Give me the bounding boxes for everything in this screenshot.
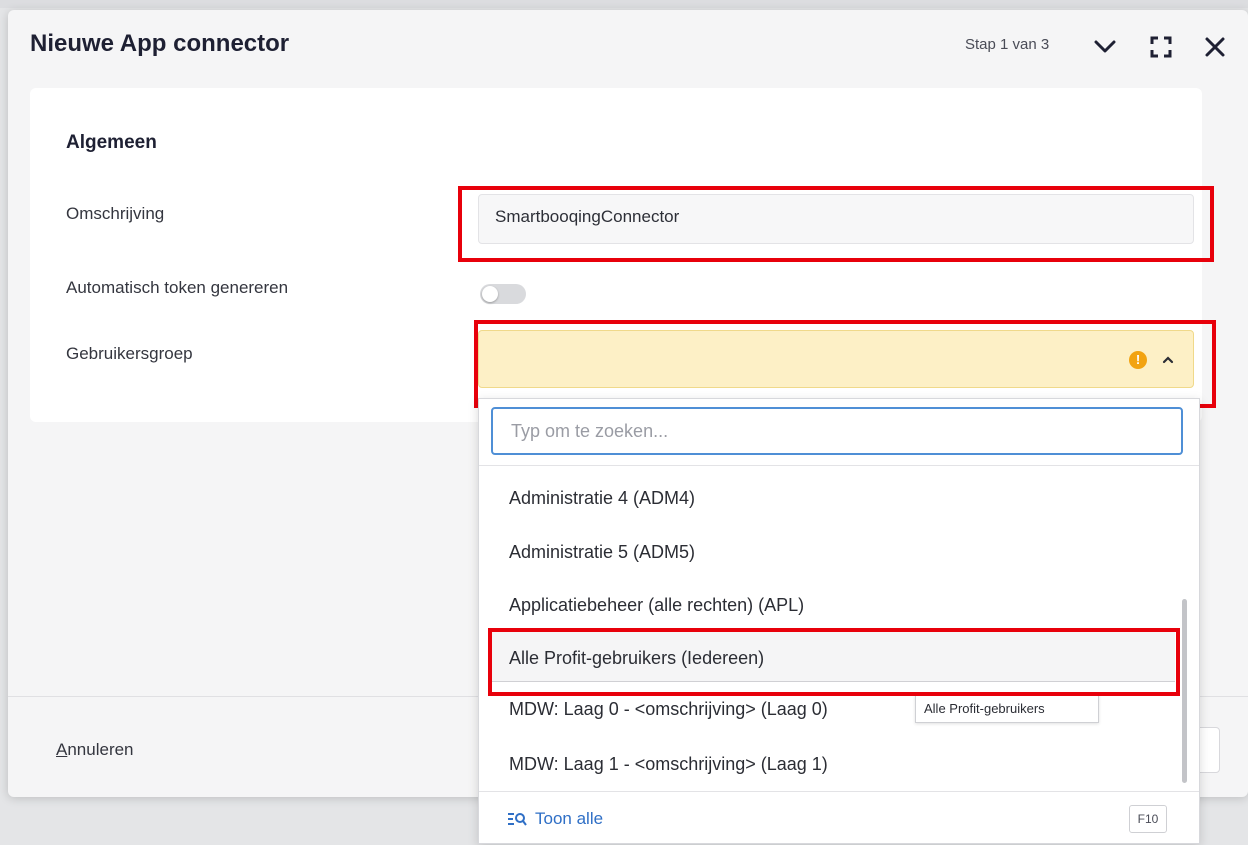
chevron-down-icon	[1094, 40, 1116, 53]
list-item[interactable]: Administratie 4 (ADM4)	[509, 488, 695, 509]
toggle-knob	[482, 286, 498, 302]
description-input[interactable]: SmartbooqingConnector	[478, 194, 1194, 244]
description-label: Omschrijving	[66, 204, 165, 223]
list-item[interactable]: MDW: Laag 1 - <omschrijving> (Laag 1)	[509, 754, 828, 775]
chevron-up-icon	[1162, 356, 1174, 364]
list-item-selected[interactable]: Alle Profit-gebruikers (Iedereen)	[509, 648, 764, 669]
shortcut-badge: F10	[1129, 805, 1167, 833]
list-item[interactable]: MDW: Laag 0 - <omschrijving> (Laag 0)	[509, 699, 828, 720]
close-button[interactable]	[1200, 32, 1230, 62]
tooltip: Alle Profit-gebruikers	[915, 695, 1099, 723]
expand-icon	[1150, 36, 1172, 58]
collapse-button[interactable]	[1090, 32, 1120, 62]
group-label: Gebruikersgroep	[66, 344, 193, 363]
token-toggle[interactable]	[480, 284, 526, 304]
fullscreen-button[interactable]	[1146, 32, 1176, 62]
list-item[interactable]: Applicatiebeheer (alle rechten) (APL)	[509, 595, 804, 616]
divider	[479, 465, 1199, 466]
general-card: Algemeen Omschrijving SmartbooqingConnec…	[30, 88, 1202, 422]
cancel-accesskey: A	[56, 740, 68, 759]
top-strip	[0, 0, 1248, 8]
list-item[interactable]: Administratie 5 (ADM5)	[509, 542, 695, 563]
dialog-title: Nieuwe App connector	[30, 30, 290, 57]
scrollbar[interactable]	[1182, 599, 1187, 783]
step-indicator: Stap 1 van 3	[965, 36, 1050, 53]
section-title: Algemeen	[66, 132, 157, 153]
warning-icon: !	[1129, 351, 1147, 369]
token-label: Automatisch token genereren	[66, 278, 289, 297]
close-icon	[1205, 37, 1225, 57]
group-select[interactable]: !	[478, 330, 1194, 388]
cancel-label: nnuleren	[67, 740, 134, 759]
dialog-header: Nieuwe App connector Stap 1 van 3	[8, 10, 1248, 86]
show-all-link[interactable]: Toon alle	[507, 809, 603, 829]
divider	[479, 791, 1199, 792]
list-search-icon	[508, 813, 527, 826]
group-dropdown: Typ om te zoeken... Administratie 4 (ADM…	[478, 398, 1200, 844]
show-all-label: Toon alle	[535, 809, 604, 828]
cancel-button[interactable]: Annuleren	[56, 740, 134, 760]
dropdown-search-input[interactable]: Typ om te zoeken...	[491, 407, 1183, 455]
